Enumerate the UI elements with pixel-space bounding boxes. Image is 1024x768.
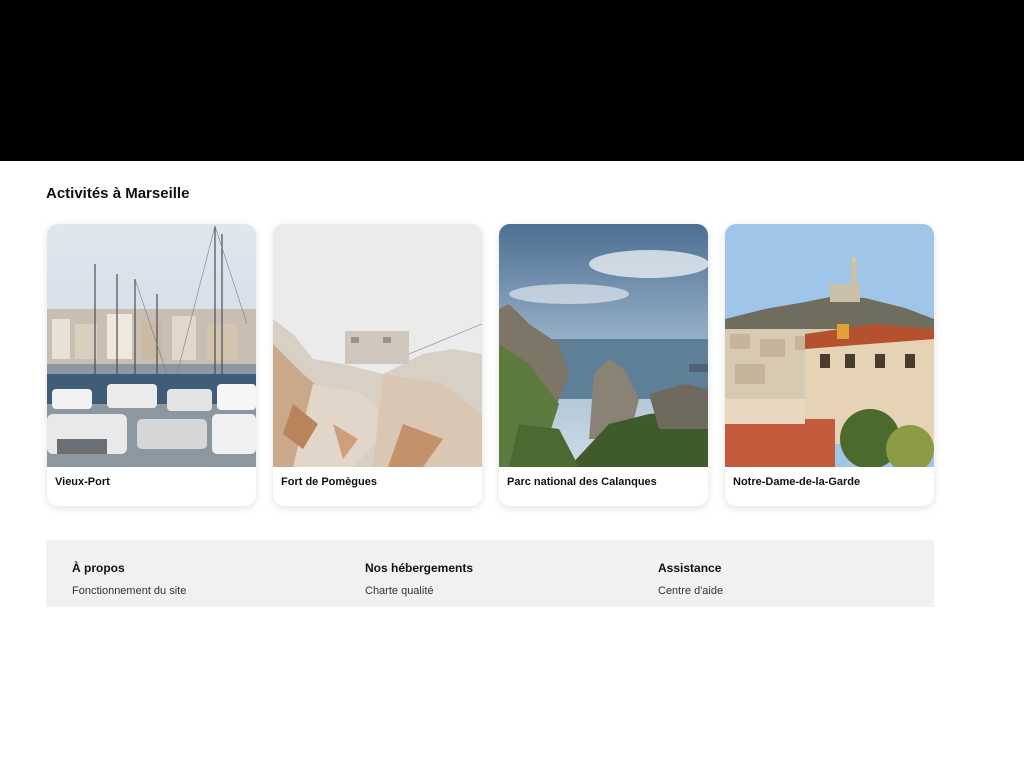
activity-label: Notre-Dame-de-la-Garde: [733, 476, 861, 488]
footer-link-centre-aide[interactable]: Centre d'aide: [658, 585, 723, 597]
calanques-photo: [499, 224, 708, 467]
activity-card-fort-de-pomegues[interactable]: Fort de Pomègues: [273, 224, 482, 506]
fort-de-pomegues-photo: [273, 224, 482, 467]
footer-link-fonctionnement[interactable]: Fonctionnement du site: [72, 585, 186, 597]
footer-heading: Assistance: [658, 561, 722, 575]
blank-area: [0, 607, 1024, 768]
footer-column-a-propos: À propos Fonctionnement du site: [72, 561, 186, 603]
activity-card-notre-dame-de-la-garde[interactable]: Notre-Dame-de-la-Garde: [725, 224, 934, 506]
activity-card-calanques[interactable]: Parc national des Calanques: [499, 224, 708, 506]
footer-heading: Nos hébergements: [365, 561, 474, 575]
footer-heading: À propos: [72, 561, 125, 575]
activity-label: Fort de Pomègues: [281, 476, 377, 488]
footer-column-assistance: Assistance Centre d'aide: [658, 561, 723, 603]
footer-column-hebergements: Nos hébergements Charte qualité: [365, 561, 473, 603]
activity-label: Parc national des Calanques: [507, 476, 657, 488]
notre-dame-de-la-garde-photo: [725, 224, 934, 467]
activity-label: Vieux-Port: [55, 476, 110, 488]
footer: À propos Fonctionnement du site Nos hébe…: [46, 540, 934, 607]
top-black-banner: [0, 0, 1024, 161]
activity-card-vieux-port[interactable]: Vieux-Port: [47, 224, 256, 506]
footer-link-charte-qualite[interactable]: Charte qualité: [365, 585, 473, 597]
vieux-port-photo: [47, 224, 256, 467]
section-title: Activités à Marseille: [46, 185, 190, 202]
